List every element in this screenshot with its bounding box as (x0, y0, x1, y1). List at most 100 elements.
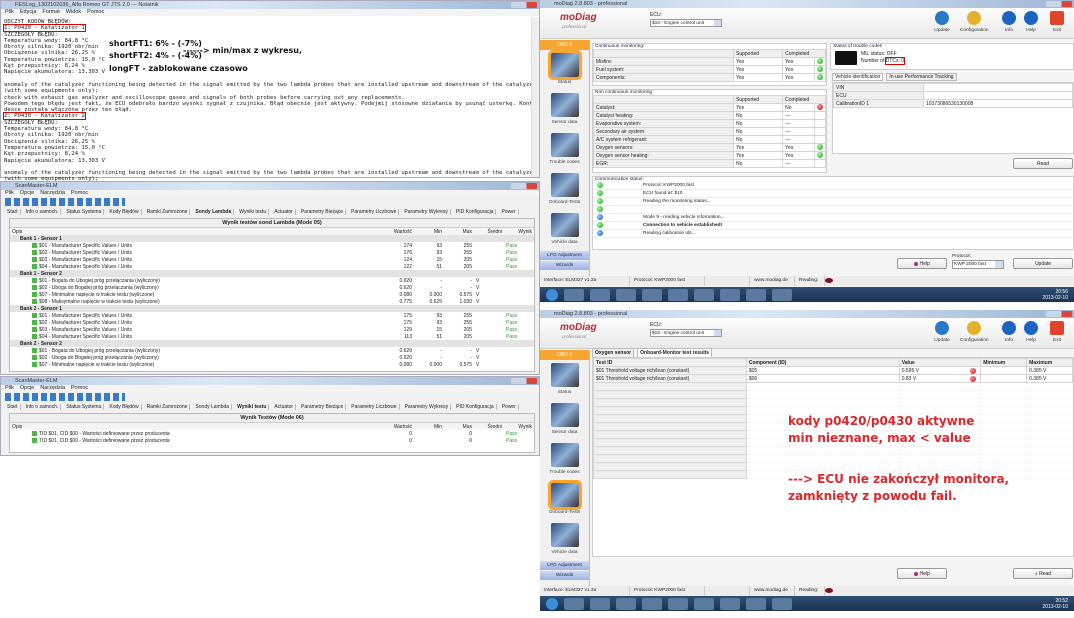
menu-item[interactable]: Opcje (20, 190, 34, 197)
column-header[interactable]: Średni (474, 423, 504, 430)
modiag-titlebar[interactable]: moDiag 2.8.803 - professional (540, 310, 1074, 318)
tab-2[interactable]: Status Systemu (64, 209, 105, 215)
taskbar-app[interactable] (772, 597, 792, 610)
sidebar-item-vehicle-data[interactable]: Vehicle data (540, 520, 589, 560)
group-row[interactable]: Bank 1 - Sensor 1 (10, 235, 534, 242)
window-controls[interactable] (511, 378, 537, 384)
help-button[interactable]: Help (897, 258, 947, 269)
group-row[interactable]: Bank 1 - Sensor 2 (10, 270, 534, 277)
column-header[interactable]: Wynik (504, 423, 534, 430)
exit-button[interactable]: Exit (1043, 11, 1071, 33)
menu-item[interactable]: Plik (5, 190, 14, 197)
protocol-select[interactable]: KWP 2000 fast (952, 260, 1004, 269)
taskbar-app[interactable] (668, 288, 688, 301)
taskbar-app[interactable] (642, 288, 662, 301)
tab-3[interactable]: Kody Błędów (107, 209, 142, 215)
sidebar-item-sensor-data[interactable]: Sensor data (540, 400, 589, 440)
window-controls[interactable] (1046, 311, 1072, 317)
menu-item[interactable]: Edycja (20, 9, 37, 16)
configuration-button[interactable]: Configuration (960, 321, 989, 343)
tab-3[interactable]: Kody Błędów (107, 404, 142, 410)
taskbar-app[interactable] (564, 597, 584, 610)
taskbar-app[interactable] (616, 597, 636, 610)
column-header[interactable]: Wartość (384, 228, 414, 235)
tab-5[interactable]: Sondy Lambda (193, 209, 235, 215)
scanmaster-titlebar[interactable]: ScanMaster-ELM (1, 182, 539, 190)
sidebar-item-trouble-codes[interactable]: Trouble codes (540, 440, 589, 480)
sidebar-item-onboard-tests[interactable]: Onboard-Tests (540, 170, 589, 210)
column-header[interactable]: Wynik (504, 228, 534, 235)
group-row[interactable]: Bank 2 - Sensor 1 (10, 305, 534, 312)
taskbar-app[interactable] (694, 288, 714, 301)
column-header[interactable]: Opis (10, 228, 384, 235)
column-header[interactable]: Min (414, 228, 444, 235)
update-button[interactable]: Update (928, 321, 956, 343)
taskbar-app[interactable] (746, 288, 766, 301)
taskbar-app[interactable] (564, 288, 584, 301)
table-row[interactable]: $01 - Bogata do Ubogiej próg przełączani… (10, 347, 534, 354)
table-row[interactable]: TID $01, CID $00 - Wartości definiowane … (10, 430, 534, 437)
menu-item[interactable]: Format (42, 9, 59, 16)
taskbar-app[interactable] (668, 597, 688, 610)
exit-button[interactable]: Exit (1043, 321, 1071, 343)
table-row[interactable]: $03 - Manufacturer Specific Values / Uni… (10, 326, 534, 333)
menu-item[interactable]: Pomoc (71, 190, 88, 197)
table-row[interactable]: $03 - Manufacturer Specific Values / Uni… (10, 256, 534, 263)
taskbar-app[interactable] (720, 597, 740, 610)
sidebar-bottom-button[interactable]: LPG Adjustment (540, 561, 589, 570)
menu-item[interactable]: Pomoc (87, 9, 104, 16)
help-button[interactable]: Help (1017, 321, 1045, 343)
menu-item[interactable]: Narzędzia (40, 190, 65, 197)
taskbar-app[interactable] (746, 597, 766, 610)
update-button[interactable]: Update (1013, 258, 1073, 269)
table-row[interactable]: $01 - Manufacturer Specific Values / Uni… (10, 312, 534, 319)
menu-item[interactable]: Pomoc (71, 385, 88, 392)
sidebar-item-status[interactable]: Status (540, 360, 589, 400)
column-header[interactable]: Maximum (1026, 358, 1073, 367)
sidebar-bottom-button[interactable]: Wizards (540, 571, 589, 580)
sidebar-item-vehicle-data[interactable]: Vehicle data (540, 210, 589, 250)
tab-7[interactable]: Actuator (272, 209, 296, 215)
tab-10[interactable]: Parametry Wykresy (403, 404, 452, 410)
tab-0[interactable]: Start (5, 209, 21, 215)
column-header[interactable]: Test ID (593, 358, 747, 367)
column-header[interactable]: Max (444, 423, 474, 430)
read-button[interactable]: Read (1013, 158, 1073, 169)
taskbar-app[interactable] (642, 597, 662, 610)
help-button[interactable]: Help (897, 568, 947, 579)
tab-5[interactable]: Sondy Lambda (193, 404, 233, 410)
table-row[interactable]: $02 - Uboga do Bogatej próg przełączania… (10, 284, 534, 291)
scanmaster-titlebar[interactable]: ScanMaster-ELM (1, 377, 539, 385)
help-button[interactable]: Help (1017, 11, 1045, 33)
taskbar-app[interactable] (720, 288, 740, 301)
menu-item[interactable]: Plik (5, 9, 14, 16)
taskbar-app[interactable] (590, 597, 610, 610)
window-controls[interactable] (1046, 1, 1072, 7)
tab-12[interactable]: Power (499, 209, 519, 215)
column-header[interactable]: Opis (10, 423, 384, 430)
read-button[interactable]: ⌕ Read (1013, 568, 1073, 579)
sidebar-bottom-button[interactable]: Wizards (540, 261, 589, 270)
column-header[interactable]: Wartość (384, 423, 414, 430)
table-row[interactable]: $01 - Bogata do Ubogiej próg przełączani… (10, 277, 534, 284)
tab-11[interactable]: PID Konfiguracja (454, 209, 497, 215)
column-header[interactable]: Minimum (980, 358, 1028, 367)
sidebar-item-status[interactable]: Status (540, 50, 589, 90)
tab-11[interactable]: PID Konfiguracja (454, 404, 497, 410)
column-header[interactable]: Min (414, 423, 444, 430)
scrollbar[interactable] (531, 17, 539, 177)
tab-9[interactable]: Parametry Liczbowe (349, 209, 400, 215)
tab-8[interactable]: Parametry Bieżące (299, 209, 347, 215)
configuration-button[interactable]: Configuration (960, 11, 989, 33)
taskbar-app[interactable] (616, 288, 636, 301)
menu-item[interactable]: Narzędzia (40, 385, 65, 392)
table-row[interactable]: $07 - Minimalne napięcie w trakcie testu… (10, 361, 534, 368)
column-header[interactable]: Średni (474, 228, 504, 235)
tab-10[interactable]: Parametry Wykresy (402, 209, 451, 215)
start-button[interactable] (546, 597, 558, 610)
menu-item[interactable]: Plik (5, 385, 14, 392)
start-button[interactable] (546, 288, 558, 301)
tab-6[interactable]: Wyniki testu (237, 209, 270, 215)
ecu-select[interactable]: $10 - Engine control unit (650, 19, 722, 27)
taskbar-app[interactable] (590, 288, 610, 301)
